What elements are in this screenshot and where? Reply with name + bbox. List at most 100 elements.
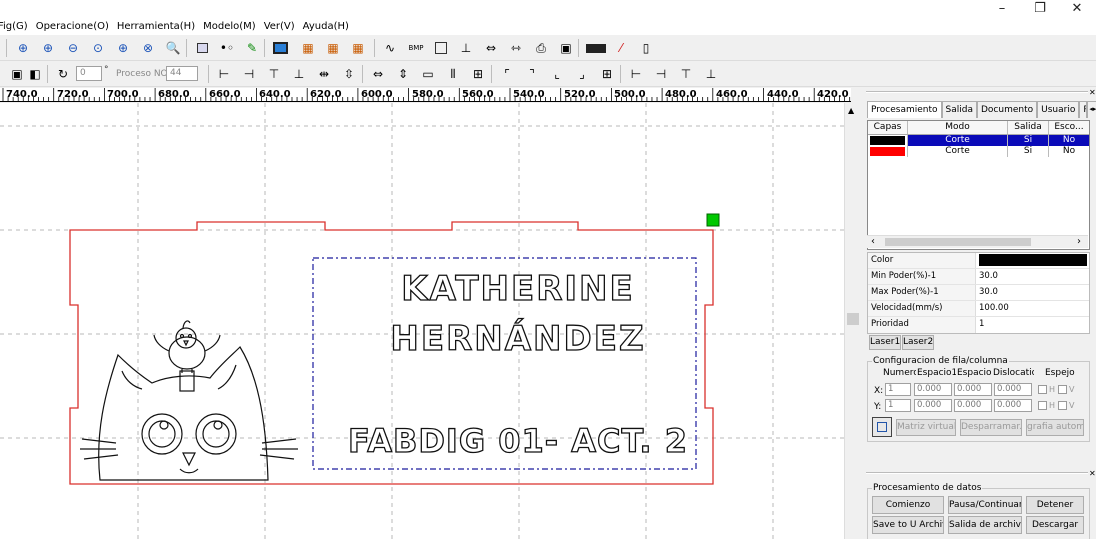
distribute-h-icon[interactable]: ⇔	[482, 39, 500, 57]
same-size-icon[interactable]: ▭	[419, 65, 437, 83]
tab-prueba[interactable]: Pru	[1079, 101, 1088, 118]
printer-icon[interactable]: ⎙	[532, 39, 550, 57]
column-modo[interactable]: Modo	[908, 121, 1008, 134]
design-svg[interactable]: KATHERINE HERNÁNDEZ FABDIG 01- ACT. 2	[0, 103, 844, 539]
property-value[interactable]: 100.00	[976, 301, 1089, 316]
property-value[interactable]	[976, 253, 1089, 268]
tab-usuario[interactable]: Usuario	[1037, 101, 1080, 118]
laser2-button[interactable]: Laser2	[902, 335, 934, 350]
bottom-edge-icon[interactable]: ⊥	[702, 65, 720, 83]
position-marker[interactable]	[706, 213, 720, 227]
align-top-icon[interactable]: ⊤	[265, 65, 283, 83]
zoom-select-icon[interactable]: ⊕	[114, 39, 132, 57]
x-mirror-h-checkbox[interactable]	[1038, 385, 1047, 394]
y-mirror-h-checkbox[interactable]	[1038, 401, 1047, 410]
restore-button[interactable]: ❐	[1025, 1, 1055, 17]
laser1-button[interactable]: Laser1	[869, 335, 901, 350]
x-espacio2-input[interactable]: 0.000	[954, 383, 992, 396]
align-center-h-icon[interactable]: ⇹	[315, 65, 333, 83]
same-height-icon[interactable]: ⇕	[394, 65, 412, 83]
menu-fig[interactable]: Fig(G)	[0, 21, 32, 32]
name-last-text[interactable]: HERNÁNDEZ	[390, 317, 645, 359]
align-right-icon[interactable]: ⊣	[240, 65, 258, 83]
x-number-input[interactable]: 1	[885, 383, 911, 396]
canvas-vertical-scrollbar[interactable]: ▲	[844, 103, 861, 539]
layer-mode-cell[interactable]: Corte	[908, 135, 1008, 146]
y-espacio1-input[interactable]: 0.000	[914, 399, 952, 412]
lock-icon[interactable]: ▣	[8, 65, 26, 83]
bmp-icon[interactable]: BMP	[406, 39, 426, 57]
rotation-input[interactable]: 0	[76, 66, 102, 81]
zoom-fit-icon[interactable]: ⊕	[14, 39, 32, 57]
align-center-v-icon[interactable]: ⇳	[340, 65, 358, 83]
frame-select-icon[interactable]: ◧	[26, 65, 44, 83]
property-value[interactable]: 30.0	[976, 285, 1089, 300]
start-button[interactable]: Comienzo	[872, 496, 944, 514]
scroll-left-arrow-icon[interactable]: ‹	[871, 236, 875, 247]
y-number-input[interactable]: 1	[885, 399, 911, 412]
menu-operacione[interactable]: Operacione(O)	[32, 21, 113, 32]
pen-icon[interactable]: ✎	[243, 39, 261, 57]
text-line1[interactable]: KATHERINE	[401, 268, 634, 309]
column-capas[interactable]: Capas	[868, 121, 908, 134]
property-value[interactable]: 1	[976, 317, 1089, 333]
curve-icon[interactable]: ∿	[381, 39, 399, 57]
layers-horizontal-scrollbar[interactable]: ‹ ›	[867, 235, 1088, 248]
course-text[interactable]: FABDIG 01- ACT. 2	[347, 421, 688, 460]
ruler-icon[interactable]: ▯	[637, 39, 655, 57]
scrollbar-thumb[interactable]	[885, 238, 1031, 246]
tab-salida[interactable]: Salida	[941, 101, 977, 118]
zoom-page-icon[interactable]: ⊙	[89, 39, 107, 57]
menu-ver[interactable]: Ver(V)	[260, 21, 299, 32]
close-button[interactable]: ✕	[1062, 1, 1092, 17]
drawing-canvas[interactable]: KATHERINE HERNÁNDEZ FABDIG 01- ACT. 2	[0, 103, 844, 539]
panel-grip[interactable]	[866, 91, 1088, 93]
zoom-all-icon[interactable]: ⊗	[139, 39, 157, 57]
save-to-u-file-button[interactable]: Save to U Archivo	[872, 516, 944, 534]
property-value[interactable]: 30.0	[976, 269, 1089, 284]
pause-continue-button[interactable]: Pausa/Continuar	[948, 496, 1022, 514]
data-panel-close-icon[interactable]: ✕	[1089, 469, 1096, 478]
frame-icon[interactable]	[193, 39, 211, 57]
output-icon[interactable]: ▣	[557, 39, 575, 57]
scatter-button[interactable]: Desparramar...	[960, 419, 1022, 436]
layer-output-cell[interactable]: Si	[1008, 135, 1049, 146]
layer-hide-cell[interactable]: No	[1049, 135, 1089, 146]
stop-button[interactable]: Detener	[1026, 496, 1084, 514]
auto-layout-button[interactable]: grafia automa	[1026, 419, 1084, 436]
rectangle-icon[interactable]	[432, 39, 450, 57]
text-line2[interactable]: HERNÁNDEZ	[390, 317, 645, 359]
array-move-icon[interactable]: ▦	[349, 39, 367, 57]
download-button[interactable]: Descargar	[1026, 516, 1084, 534]
panel-close-icon[interactable]: ✕	[1089, 88, 1096, 97]
zoom-out-icon[interactable]: ⊖	[64, 39, 82, 57]
minimize-button[interactable]: –	[987, 1, 1017, 17]
x-dislocation-input[interactable]: 0.000	[994, 383, 1032, 396]
virtual-array-button[interactable]: Matriz virtual	[896, 419, 956, 436]
layers-table[interactable]: Capas Modo Salida Esco... Corte Si No Co…	[867, 120, 1090, 250]
scrollbar-thumb[interactable]	[847, 313, 859, 325]
laser-icon[interactable]	[585, 39, 607, 57]
same-width-icon[interactable]: ⇔	[369, 65, 387, 83]
column-esconder[interactable]: Esco...	[1049, 121, 1089, 134]
right-edge-icon[interactable]: ⊣	[652, 65, 670, 83]
top-edge-icon[interactable]: ⊤	[677, 65, 695, 83]
layer-mode-cell[interactable]: Corte	[908, 146, 1008, 157]
tab-procesamiento[interactable]: Procesamiento	[867, 101, 942, 118]
x-mirror-v-checkbox[interactable]	[1058, 385, 1067, 394]
table-row[interactable]: Corte Si No	[868, 135, 1089, 146]
wand-icon[interactable]: ⁄	[612, 39, 630, 57]
tree-icon[interactable]: ⊥	[457, 39, 475, 57]
align-bottom-icon[interactable]: ⊥	[290, 65, 308, 83]
grid-align-icon[interactable]: ⊞	[469, 65, 487, 83]
magnifier-icon[interactable]: 🔍	[164, 39, 182, 57]
y-dislocation-input[interactable]: 0.000	[994, 399, 1032, 412]
array-copy-icon[interactable]: ▦	[324, 39, 342, 57]
corner-tl-icon[interactable]: ⌜	[498, 65, 516, 83]
text-line3[interactable]: FABDIG 01- ACT. 2	[347, 421, 688, 460]
column-salida[interactable]: Salida	[1008, 121, 1049, 134]
y-mirror-v-checkbox[interactable]	[1058, 401, 1067, 410]
layer-output-cell[interactable]: Si	[1008, 146, 1049, 157]
menu-modelo[interactable]: Modelo(M)	[199, 21, 260, 32]
distribute-v-icon[interactable]: ⇿	[507, 39, 525, 57]
